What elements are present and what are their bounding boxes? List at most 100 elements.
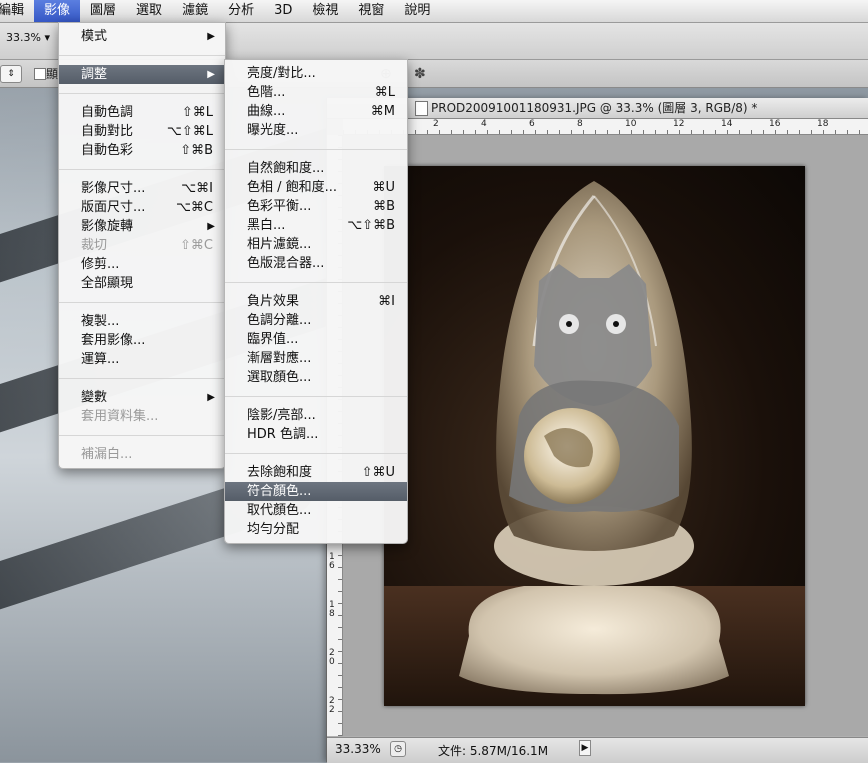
menu-item-label: 亮度/對比... <box>247 66 316 81</box>
adjust-menu-item[interactable]: 負片效果 ⌘I <box>225 292 407 311</box>
document-title-bar[interactable]: PROD20091001180931.JPG @ 33.3% (圖層 3, RG… <box>327 98 868 119</box>
menu-separator <box>59 93 225 94</box>
adjust-menu-item[interactable]: 色相 / 飽和度... ⌘U <box>225 178 407 197</box>
adjust-menu-item[interactable]: 自然飽和度... <box>225 159 407 178</box>
image-menu-item[interactable]: 自動色調 ⇧⌘L <box>59 103 225 122</box>
adjust-menu-item[interactable]: 陰影/亮部... <box>225 406 407 425</box>
menu-item-label: HDR 色調... <box>247 427 319 442</box>
adjust-menu-item[interactable]: 去除飽和度 ⇧⌘U <box>225 463 407 482</box>
adjust-menu-item[interactable]: 均勻分配 <box>225 520 407 539</box>
image-menu-item[interactable]: 修剪... <box>59 255 225 274</box>
menubar-item[interactable]: 3D <box>264 0 302 22</box>
menubar-item[interactable]: 視窗 <box>348 0 394 22</box>
image-menu-item[interactable]: 變數 ▶ <box>59 388 225 407</box>
image-menu-item: 套用資料集... <box>59 407 225 426</box>
ruler-tick-label: 6 <box>529 119 535 129</box>
menu-item-shortcut: ⌘I <box>378 294 395 309</box>
image-menu-item[interactable]: 自動色彩 ⇧⌘B <box>59 141 225 160</box>
image-menu-item[interactable]: 運算... <box>59 350 225 369</box>
menubar-item[interactable]: 濾鏡 <box>172 0 218 22</box>
ruler-tick-label: 10 <box>625 119 637 129</box>
image-menu-item[interactable]: 套用影像... <box>59 331 225 350</box>
ruler-tick-label: 16 <box>329 552 335 571</box>
menu-item-label: 自動對比 <box>81 124 134 139</box>
stepper-control[interactable]: ⇕ <box>0 65 22 83</box>
menubar-item[interactable]: 影像 <box>34 0 81 22</box>
menu-item-label: 調整 <box>81 67 108 82</box>
image-menu-item[interactable]: 版面尺寸... ⌥⌘C <box>59 198 225 217</box>
menu-item-shortcut: ⇧⌘C <box>180 238 213 253</box>
adjust-menu-item[interactable]: 符合顏色... <box>225 482 407 501</box>
adjust-menu-item[interactable]: 黑白... ⌥⇧⌘B <box>225 216 407 235</box>
adjust-menu-item[interactable]: 亮度/對比... <box>225 64 407 83</box>
image-menu-item[interactable]: 影像尺寸... ⌥⌘I <box>59 179 225 198</box>
menu-item-label: 去除飽和度 <box>247 465 313 480</box>
image-menu-item[interactable]: 模式 ▶ <box>59 27 225 46</box>
image-menu-item[interactable]: 影像旋轉 ▶ <box>59 217 225 236</box>
ruler-tick-label: 18 <box>817 119 829 129</box>
menu-item-label: 修剪... <box>81 257 120 272</box>
menu-item-label: 套用影像... <box>81 333 146 348</box>
ruler-tick-label: 16 <box>769 119 781 129</box>
menubar-item[interactable]: 檢視 <box>302 0 348 22</box>
document-title: PROD20091001180931.JPG @ 33.3% (圖層 3, RG… <box>431 101 758 115</box>
adjust-menu-item[interactable]: HDR 色調... <box>225 425 407 444</box>
menu-item-label: 色相 / 飽和度... <box>247 180 338 195</box>
adjust-menu-item[interactable]: 曝光度... <box>225 121 407 140</box>
image-menu-item: 補漏白... <box>59 445 225 464</box>
menu-item-label: 影像尺寸... <box>81 181 146 196</box>
zoom-select[interactable]: 33.3% ▾ <box>6 31 50 44</box>
menu-separator <box>59 55 225 56</box>
menu-item-label: 曲線... <box>247 104 286 119</box>
navigator-icon[interactable]: ◷ <box>390 741 406 757</box>
submenu-arrow-icon: ▶ <box>207 392 215 403</box>
menu-separator <box>225 453 407 454</box>
butterfly-icon[interactable]: ✽ <box>414 66 426 82</box>
adjust-menu-item[interactable]: 色階... ⌘L <box>225 83 407 102</box>
checkbox-label: 顯 <box>46 67 59 81</box>
horizontal-ruler[interactable]: 2 4 6 8 10 12 14 16 18 <box>343 119 868 135</box>
menu-item-label: 色階... <box>247 85 286 100</box>
image-menu-item[interactable]: 全部顯現 <box>59 274 225 293</box>
canvas-area[interactable] <box>343 135 868 736</box>
menubar-item[interactable]: 圖層 <box>80 0 126 22</box>
menu-item-label: 複製... <box>81 314 120 329</box>
adjust-menu-item[interactable]: 色調分離... <box>225 311 407 330</box>
menubar-item[interactable]: 分析 <box>218 0 264 22</box>
image-menu-item[interactable]: 複製... <box>59 312 225 331</box>
menu-separator <box>59 169 225 170</box>
adjust-menu-item[interactable]: 相片濾鏡... <box>225 235 407 254</box>
adjust-menu-item[interactable]: 色彩平衡... ⌘B <box>225 197 407 216</box>
glass-trophy-image <box>384 181 805 706</box>
status-zoom[interactable]: 33.33% <box>335 742 381 756</box>
adjust-menu-item[interactable]: 臨界值... <box>225 330 407 349</box>
menu-separator <box>225 282 407 283</box>
ruler-tick-label: 22 <box>329 696 335 715</box>
image-menu-item[interactable]: 調整 ▶ <box>59 65 225 84</box>
status-menu-arrow-icon[interactable]: ▶ <box>579 740 591 756</box>
checkbox[interactable] <box>34 68 46 80</box>
menubar-item[interactable]: 說明 <box>394 0 440 22</box>
menu-item-label: 自然飽和度... <box>247 161 325 176</box>
menu-item-shortcut: ⌘B <box>373 199 395 214</box>
menu-item-label: 運算... <box>81 352 120 367</box>
adjust-menu-item[interactable]: 取代顏色... <box>225 501 407 520</box>
adjust-menu-item[interactable]: 選取顏色... <box>225 368 407 387</box>
adjust-menu-item[interactable]: 色版混合器... <box>225 254 407 273</box>
image-menu-item[interactable]: 自動對比 ⌥⇧⌘L <box>59 122 225 141</box>
menu-item-label: 套用資料集... <box>81 409 159 424</box>
menu-item-label: 變數 <box>81 390 108 405</box>
adjust-menu-item[interactable]: 曲線... ⌘M <box>225 102 407 121</box>
menu-item-label: 裁切 <box>81 238 108 253</box>
adjust-menu-item[interactable]: 漸層對應... <box>225 349 407 368</box>
ruler-tick-label: 2 <box>433 119 439 129</box>
menubar-item[interactable]: 選取 <box>126 0 172 22</box>
menu-item-shortcut: ⌥⌘I <box>181 181 213 196</box>
menu-item-shortcut: ⌘L <box>374 85 395 100</box>
menu-item-label: 均勻分配 <box>247 522 300 537</box>
document-image[interactable] <box>384 166 805 706</box>
menubar-item[interactable]: 編輯 <box>0 0 34 22</box>
menu-item-shortcut: ⌥⌘C <box>175 200 213 215</box>
menu-item-shortcut: ⌘M <box>370 104 395 119</box>
ruler-tick-label: 20 <box>329 648 335 667</box>
